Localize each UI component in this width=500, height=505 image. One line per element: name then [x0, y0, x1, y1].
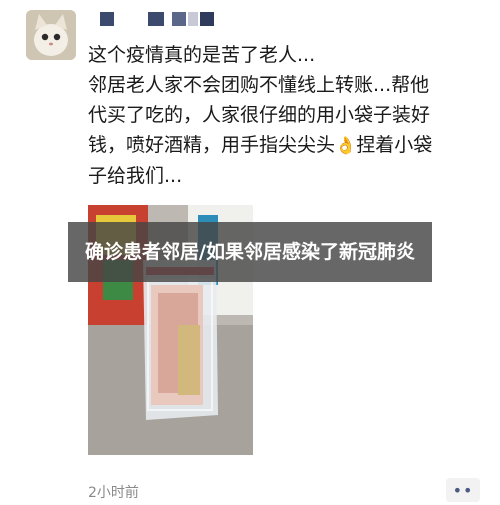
headline-banner: 确诊患者邻居/如果邻居感染了新冠肺炎: [68, 222, 432, 282]
post-line: 代买了吃的，人家很仔细的用小袋子装好: [88, 104, 431, 126]
username-blurred[interactable]: [100, 12, 250, 26]
cat-avatar-image: [26, 10, 76, 60]
post-line: 钱，喷好酒精，用手指尖尖头👌捏着小袋: [88, 130, 483, 161]
post-timestamp: 2小时前: [88, 485, 139, 501]
post-line: 邻居老人家不会团购不懂线上转账...帮他: [88, 74, 430, 96]
avatar[interactable]: [26, 10, 76, 60]
post-line: 这个疫情真的是苦了老人...: [88, 44, 316, 66]
post-body: 这个疫情真的是苦了老人... 邻居老人家不会团购不懂线上转账...帮他 代买了吃…: [88, 40, 483, 191]
post-line-part: 钱，喷好酒精，用手指尖尖头: [88, 134, 336, 156]
pinching-hand-icon: 👌: [335, 136, 357, 156]
post-line-part: 捏着小袋: [356, 134, 433, 156]
headline-text: 确诊患者邻居/如果邻居感染了新冠肺炎: [85, 240, 415, 263]
post-line: 子给我们...: [88, 165, 183, 187]
more-options-button[interactable]: ••: [446, 478, 480, 502]
